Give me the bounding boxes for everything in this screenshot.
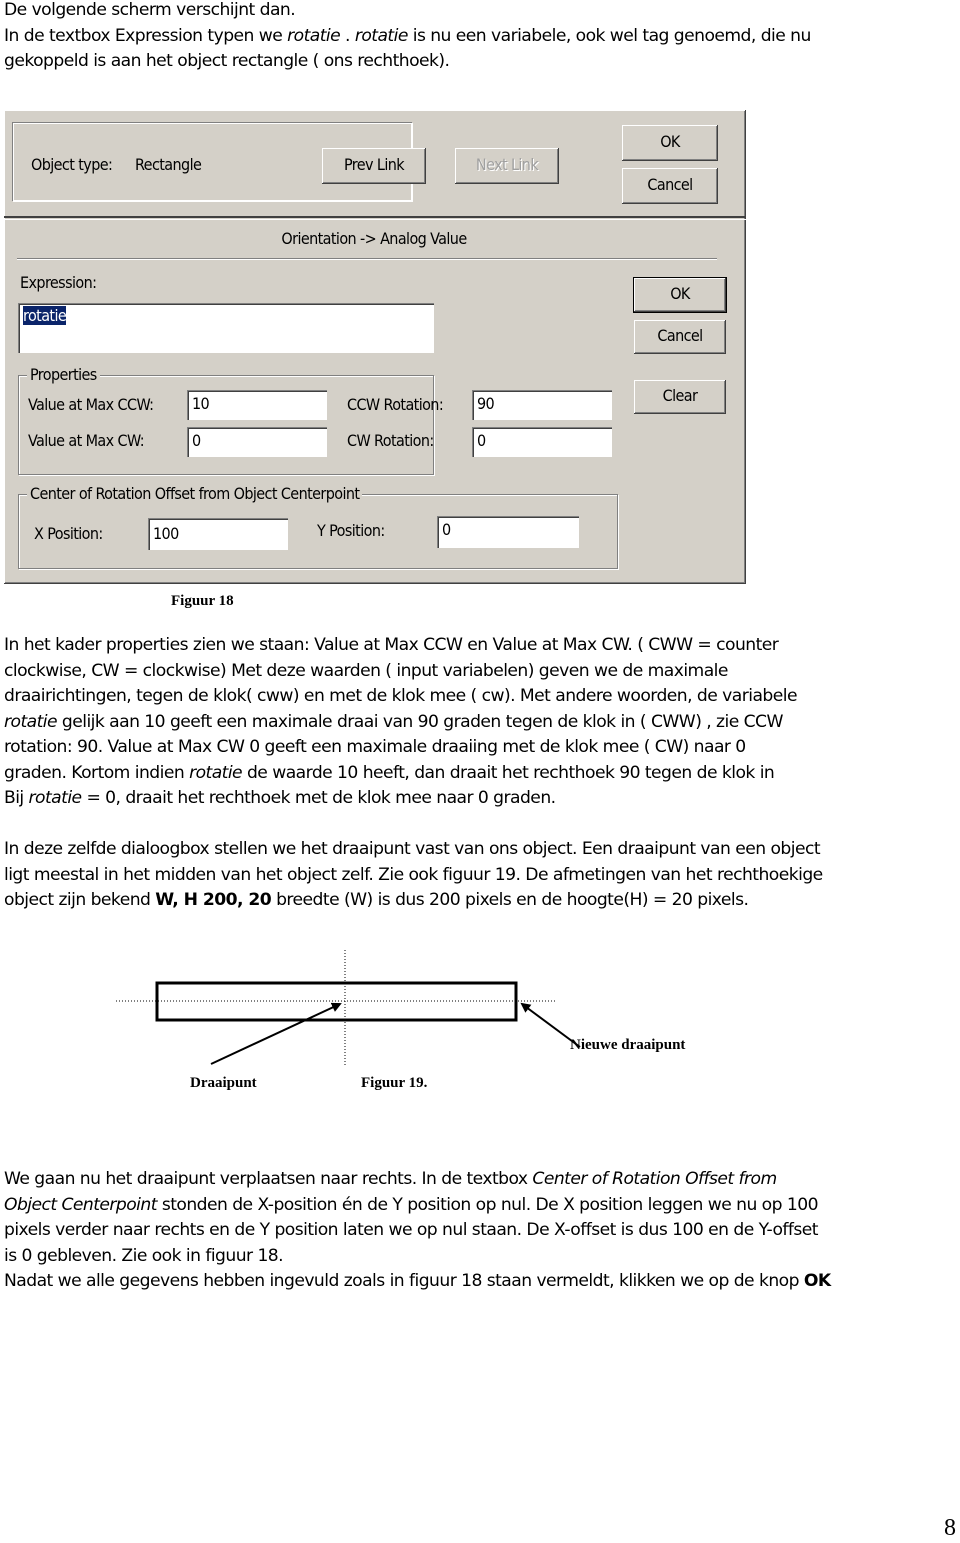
- expression-label: Expression:: [20, 273, 97, 292]
- max-cw-input[interactable]: 0: [187, 427, 327, 457]
- text-line: In het kader properties zien we staan: V…: [4, 635, 779, 655]
- rectangle-object: [155, 981, 518, 1022]
- prev-link-button[interactable]: Prev Link: [322, 148, 426, 184]
- expression-input[interactable]: rotatie: [18, 303, 434, 353]
- figure-19-caption: Figuur 19.: [361, 1075, 428, 1091]
- top-cancel-button[interactable]: Cancel: [622, 168, 718, 204]
- text-line: We gaan nu het draaipunt verplaatsen naa…: [4, 1169, 777, 1189]
- text-line: rotatie gelijk aan 10 geeft een maximale…: [4, 711, 783, 732]
- top-ok-button[interactable]: OK: [622, 125, 718, 161]
- properties-explanation: In het kader properties zien we staan: V…: [4, 633, 960, 812]
- ccw-rotation-input[interactable]: 90: [472, 390, 612, 420]
- pivot-explanation: In deze zelfde dialoogbox stellen we het…: [4, 837, 960, 914]
- max-ccw-label: Value at Max CCW:: [28, 395, 154, 414]
- text-line: ligt meestal in het midden van het objec…: [4, 864, 823, 885]
- text-line: In deze zelfde dialoogbox stellen we het…: [4, 839, 821, 859]
- object-type-value: Rectangle: [135, 155, 202, 174]
- nieuwe-draaipunt-label: Nieuwe draaipunt: [570, 1037, 686, 1053]
- text-line: is 0 gebleven. Zie ook in figuur 18.: [4, 1245, 284, 1266]
- ccw-rotation-label: CCW Rotation:: [347, 395, 444, 414]
- draaipunt-arrow: [210, 1002, 342, 1065]
- figure-18-caption: Figuur 18: [171, 593, 234, 609]
- section-title: Orientation -> Analog Value: [281, 229, 467, 248]
- intro-line-2: In de textbox Expression typen we rotati…: [4, 25, 811, 46]
- draaipunt-label: Draaipunt: [190, 1075, 257, 1091]
- text-line: Bij rotatie = 0, draait het rechthoek me…: [4, 788, 556, 808]
- text-line: rotation: 90. Value at Max CW 0 geeft ee…: [4, 737, 746, 757]
- intro-line-3: gekoppeld is aan het object rectangle ( …: [4, 51, 450, 71]
- offset-explanation: We gaan nu het draaipunt verplaatsen naa…: [4, 1167, 960, 1295]
- intro-line-1: De volgende scherm verschijnt dan.: [4, 0, 296, 20]
- max-cw-label: Value at Max CW:: [28, 431, 145, 450]
- cw-rotation-input[interactable]: 0: [472, 427, 612, 457]
- expression-value: rotatie: [23, 306, 67, 325]
- object-type-label: Object type:: [31, 155, 113, 174]
- section-separator: [17, 258, 717, 260]
- ok-button[interactable]: OK: [633, 277, 727, 313]
- intro-paragraph: De volgende scherm verschijnt dan. In de…: [4, 0, 960, 75]
- cancel-button[interactable]: Cancel: [634, 320, 726, 354]
- center-rotation-group-title: Center of Rotation Offset from Object Ce…: [27, 484, 363, 503]
- text-line: draairichtingen, tegen de klok( cww) en …: [4, 686, 798, 706]
- text-line: pixels verder naar rechts en de Y positi…: [4, 1220, 819, 1240]
- text-line: object zijn bekend W, H 200, 20 breedte …: [4, 890, 749, 910]
- panel-divider: [4, 216, 746, 220]
- text-line: clockwise, CW = clockwise) Met deze waar…: [4, 660, 728, 681]
- clear-button[interactable]: Clear: [634, 380, 726, 414]
- page-number: 8: [944, 1515, 956, 1541]
- cw-rotation-label: CW Rotation:: [347, 431, 434, 450]
- properties-group-title: Properties: [27, 365, 100, 384]
- max-ccw-input[interactable]: 10: [187, 390, 327, 420]
- figure-19-diagram: [116, 950, 581, 1066]
- text-line: graden. Kortom indien rotatie de waarde …: [4, 762, 775, 783]
- x-position-label: X Position:: [34, 524, 103, 543]
- orientation-dialog: Object type: Rectangle Prev Link Next Li…: [4, 110, 746, 584]
- text-line: Nadat we alle gegevens hebben ingevuld z…: [4, 1271, 831, 1291]
- y-position-label: Y Position:: [317, 521, 385, 540]
- next-link-button[interactable]: Next Link: [455, 148, 559, 184]
- x-position-input[interactable]: 100: [148, 518, 288, 550]
- text-line: Object Centerpoint stonden de X-position…: [4, 1194, 818, 1215]
- y-position-input[interactable]: 0: [437, 516, 579, 548]
